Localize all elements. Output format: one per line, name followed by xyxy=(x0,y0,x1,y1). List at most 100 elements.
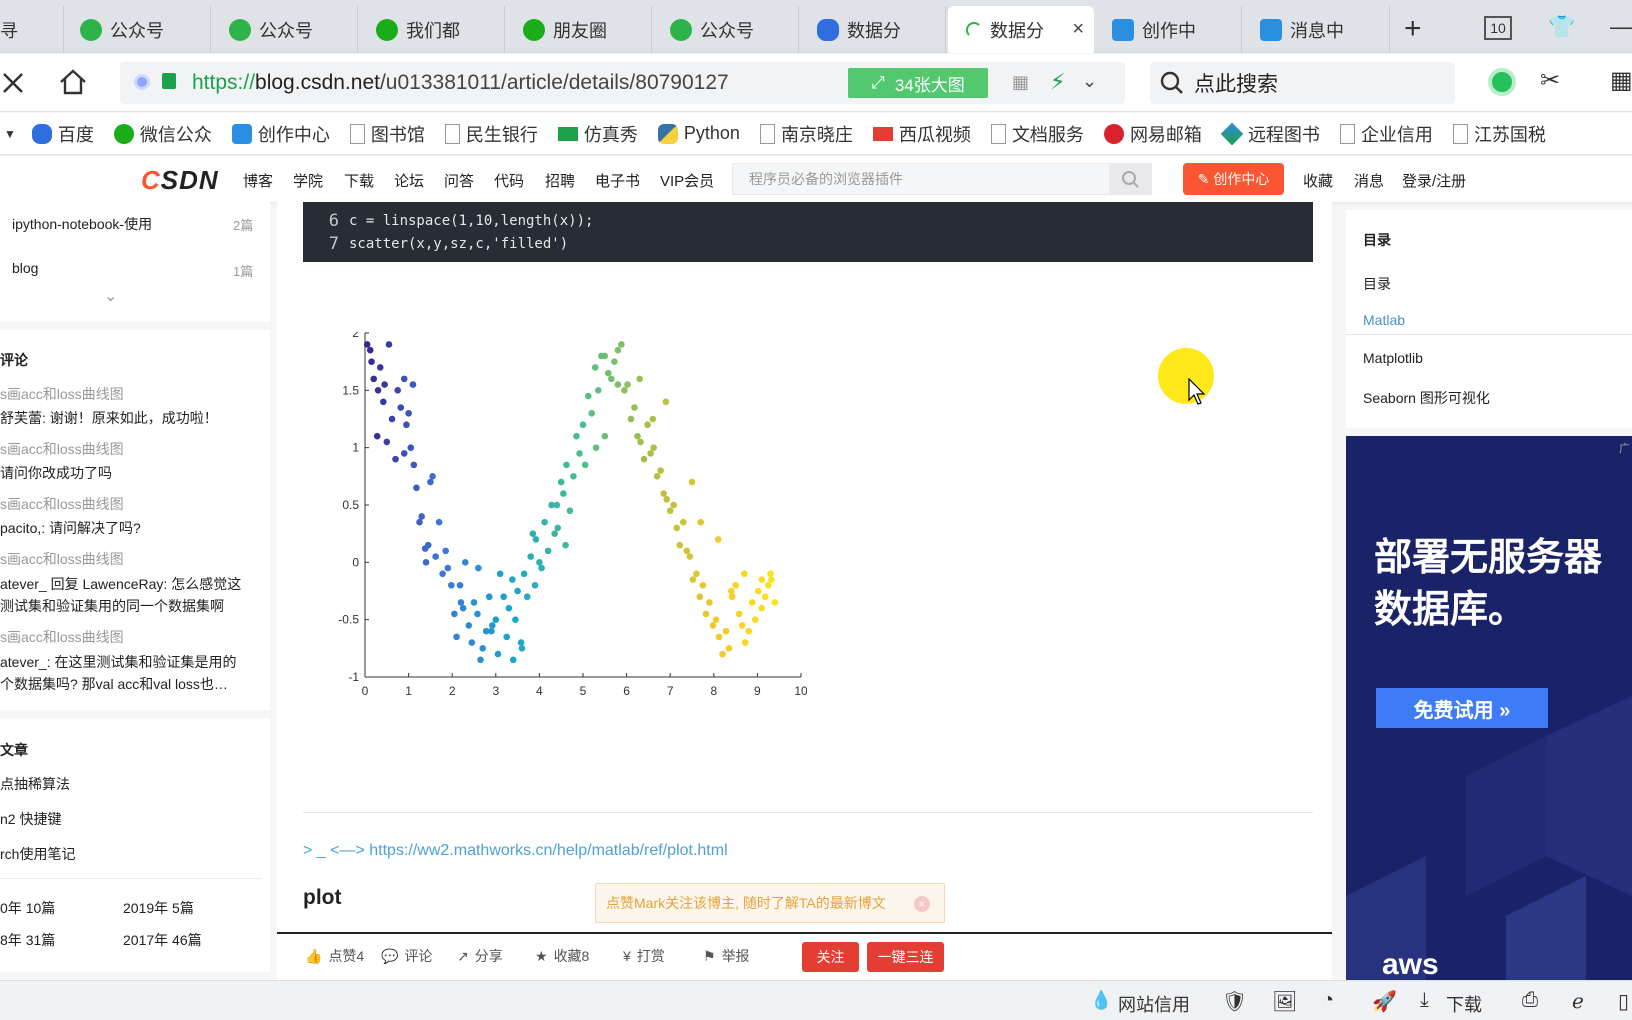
download-label[interactable]: 下载 xyxy=(1446,991,1482,1017)
bookmark-163mail[interactable]: 网易邮箱 xyxy=(1103,121,1202,147)
shirt-icon[interactable]: 👕 xyxy=(1548,14,1575,40)
category-item[interactable]: blog xyxy=(12,260,38,276)
csdn-logo[interactable]: CSDN xyxy=(141,165,219,196)
url-text[interactable]: https://blog.csdn.net/u013381011/article… xyxy=(192,71,729,95)
tab-4[interactable]: 朋友圈 xyxy=(505,6,652,53)
tab-5[interactable]: 公众号 xyxy=(652,6,799,53)
comment-article[interactable]: s画acc和loss曲线图 xyxy=(0,439,124,459)
triple-button[interactable]: 一键三连 xyxy=(867,942,944,972)
nav-code[interactable]: 代码 xyxy=(494,170,524,191)
comment-button[interactable]: 💬 评论 xyxy=(381,946,432,966)
toc-item[interactable]: 目录 xyxy=(1363,274,1391,294)
nav-ebook[interactable]: 电子书 xyxy=(595,170,640,191)
home-icon[interactable] xyxy=(58,68,88,96)
download-icon[interactable]: ⤓ xyxy=(1420,989,1429,1012)
minimize-icon[interactable]: — xyxy=(1610,14,1632,40)
share-button[interactable]: ↗ 分享 xyxy=(457,946,503,966)
aws-ad[interactable]: 广 部署无服务器 数据库。 免费试用 » aws xyxy=(1346,436,1632,980)
tab-active[interactable]: 数据分 × xyxy=(948,6,1094,53)
archive-item[interactable]: 2019年 5篇 xyxy=(123,898,194,918)
comment-article[interactable]: s画acc和loss曲线图 xyxy=(0,627,124,647)
green-circle-icon[interactable] xyxy=(1488,68,1516,96)
close-icon[interactable]: × xyxy=(914,896,930,912)
recent-article[interactable]: rch使用笔记 xyxy=(0,844,75,864)
favorite-button[interactable]: ★ 收藏8 xyxy=(535,946,589,966)
bookmark-wechat[interactable]: 微信公众 xyxy=(113,121,212,147)
chevron-down-icon[interactable]: ⌄ xyxy=(104,286,117,306)
tab-3[interactable]: 我们都 xyxy=(358,6,505,53)
nav-download[interactable]: 下载 xyxy=(344,170,374,191)
image-icon[interactable]: 🖼 xyxy=(1272,989,1297,1014)
qr-icon[interactable]: ▦ xyxy=(1012,72,1029,93)
line-number: 7 xyxy=(328,234,339,254)
nav-vip[interactable]: VIP会员 xyxy=(660,170,714,191)
bookmark-docs[interactable]: 文档服务 xyxy=(990,121,1084,147)
csdn-search-input[interactable]: 程序员必备的浏览器插件 xyxy=(732,163,1152,195)
nav-forum[interactable]: 论坛 xyxy=(394,170,424,191)
archive-item[interactable]: 8年 31篇 xyxy=(0,930,55,950)
new-tab-button[interactable]: + xyxy=(1404,12,1422,46)
close-tab-icon[interactable]: × xyxy=(1072,18,1084,41)
recent-article[interactable]: n2 快捷键 xyxy=(0,809,61,829)
close-icon[interactable] xyxy=(2,72,24,94)
create-center-button[interactable]: ✎ 创作中心 xyxy=(1183,163,1284,195)
toc-item[interactable]: Seaborn 图形可视化 xyxy=(1363,388,1490,408)
csdn-search-button[interactable] xyxy=(1109,164,1151,194)
url-field[interactable]: https://blog.csdn.net/u013381011/article… xyxy=(120,62,1125,104)
shield-icon[interactable]: 🛡 xyxy=(1222,989,1247,1014)
tab-9[interactable]: 消息中 xyxy=(1242,6,1390,53)
free-trial-button[interactable]: 免费试用 » xyxy=(1376,688,1548,728)
chevron-down-icon[interactable]: ⌄ xyxy=(1082,71,1097,92)
tab-0[interactable]: 寻 xyxy=(0,6,64,53)
bookmark-minsheng[interactable]: 民生银行 xyxy=(444,121,538,147)
bookmark-remote-lib[interactable]: 远程图书 xyxy=(1220,121,1320,147)
report-button[interactable]: ⚑ 举报 xyxy=(703,946,750,966)
reference-link[interactable]: > _ <—> https://ww2.mathworks.cn/help/ma… xyxy=(303,842,728,860)
big-image-button[interactable]: ⤢ 34张大图 xyxy=(848,68,988,98)
nav-collect[interactable]: 收藏 xyxy=(1303,170,1333,191)
rocket-icon[interactable]: 🚀 xyxy=(1372,989,1397,1014)
bookmark-create-center[interactable]: 创作中心 xyxy=(231,121,330,147)
print-icon[interactable]: ⎙ xyxy=(1522,989,1538,1012)
toc-item-active[interactable]: Matlab xyxy=(1363,312,1405,328)
recent-article[interactable]: 点抽稀算法 xyxy=(0,774,70,794)
bookmark-tax[interactable]: 江苏国税 xyxy=(1452,121,1546,147)
ie-icon[interactable]: ℯ xyxy=(1572,989,1584,1014)
archive-item[interactable]: 2017年 46篇 xyxy=(123,930,202,950)
toc-item[interactable]: Matplotlib xyxy=(1363,350,1423,366)
comment-article[interactable]: s画acc和loss曲线图 xyxy=(0,384,124,404)
lightning-icon[interactable]: ⚡ xyxy=(1050,69,1065,95)
bookmark-credit[interactable]: 企业信用 xyxy=(1339,121,1433,147)
panel-icon[interactable]: ▯ xyxy=(1618,989,1629,1014)
nav-academy[interactable]: 学院 xyxy=(293,170,323,191)
apps-grid-icon[interactable]: ▦ xyxy=(1610,66,1632,95)
like-button[interactable]: 👍 点赞4 xyxy=(305,946,364,966)
tab-2[interactable]: 公众号 xyxy=(211,6,358,53)
bookmarks-menu-icon[interactable]: ▼ xyxy=(4,127,16,141)
site-credit[interactable]: 网站信用 xyxy=(1118,991,1190,1017)
bookmark-baidu[interactable]: 百度 xyxy=(31,121,94,147)
scissors-icon[interactable]: ✂ xyxy=(1540,66,1560,95)
tab-6[interactable]: 数据分 xyxy=(799,6,946,53)
bookmark-xigua[interactable]: 西瓜视频 xyxy=(872,121,971,147)
bookmark-python[interactable]: Python xyxy=(657,123,740,144)
comment-article[interactable]: s画acc和loss曲线图 xyxy=(0,494,124,514)
nav-messages[interactable]: 消息 xyxy=(1354,170,1384,191)
archive-item[interactable]: 0年 10篇 xyxy=(0,898,55,918)
tab-1[interactable]: 公众号 xyxy=(64,6,211,53)
speed-icon[interactable]: ◔ xyxy=(1322,989,1334,1012)
bookmark-library[interactable]: 图书馆 xyxy=(349,121,425,147)
nav-jobs[interactable]: 招聘 xyxy=(545,170,575,191)
tab-8[interactable]: 创作中 xyxy=(1094,6,1242,53)
tab-count-button[interactable]: 10 xyxy=(1484,16,1512,40)
reward-button[interactable]: ¥ 打赏 xyxy=(623,946,665,966)
bookmark-nanjing[interactable]: 南京晓庄 xyxy=(759,121,853,147)
browser-search-input[interactable]: 点此搜索 xyxy=(1150,62,1455,104)
nav-login[interactable]: 登录/注册 xyxy=(1402,170,1466,191)
category-item[interactable]: ipython-notebook-使用 xyxy=(12,214,152,234)
bookmark-fangzhenxiu[interactable]: 仿真秀 xyxy=(557,121,638,147)
follow-button[interactable]: 关注 xyxy=(802,942,859,972)
comment-article[interactable]: s画acc和loss曲线图 xyxy=(0,549,124,569)
nav-qa[interactable]: 问答 xyxy=(444,170,474,191)
nav-blog[interactable]: 博客 xyxy=(243,170,273,191)
